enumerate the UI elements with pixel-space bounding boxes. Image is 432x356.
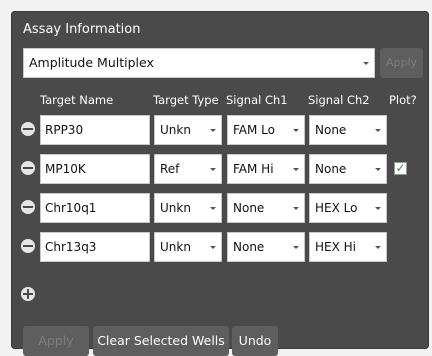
plot-checkbox[interactable]: ✓: [394, 162, 407, 175]
signal-ch1-select[interactable]: FAM Hi: [227, 154, 305, 184]
chevron-down-icon: [293, 246, 299, 249]
target-type-value: Unkn: [160, 240, 191, 254]
chevron-down-icon: [293, 168, 299, 171]
header-signal-ch1: Signal Ch1: [226, 93, 288, 107]
signal-ch1-value: FAM Hi: [233, 162, 274, 176]
signal-ch2-value: None: [315, 123, 347, 137]
signal-ch2-value: HEX Lo: [315, 201, 358, 215]
assay-type-select[interactable]: Amplitude Multiplex: [23, 48, 375, 78]
assay-information-panel: Assay Information Amplitude Multiplex Ap…: [11, 11, 429, 356]
signal-ch2-value: HEX Hi: [315, 240, 356, 254]
remove-target-icon[interactable]: [21, 122, 35, 136]
header-plot: Plot?: [389, 93, 417, 107]
chevron-down-icon: [375, 129, 381, 132]
signal-ch2-select[interactable]: HEX Lo: [309, 193, 387, 223]
signal-ch1-select[interactable]: FAM Lo: [227, 115, 305, 145]
header-target-name: Target Name: [40, 93, 114, 107]
add-target-icon[interactable]: [21, 287, 35, 301]
target-row: Chr10q1 Unkn None HEX Lo: [11, 193, 429, 223]
target-name-field[interactable]: Chr10q1: [40, 193, 150, 223]
chevron-down-icon: [210, 129, 216, 132]
remove-target-icon[interactable]: [21, 239, 35, 253]
target-type-value: Ref: [160, 162, 180, 176]
chevron-down-icon: [363, 62, 369, 65]
chevron-down-icon: [210, 246, 216, 249]
assay-type-value: Amplitude Multiplex: [29, 55, 154, 70]
chevron-down-icon: [293, 129, 299, 132]
signal-ch2-select[interactable]: None: [309, 154, 387, 184]
signal-ch2-select[interactable]: None: [309, 115, 387, 145]
target-type-value: Unkn: [160, 201, 191, 215]
chevron-down-icon: [293, 207, 299, 210]
header-target-type: Target Type: [153, 93, 219, 107]
signal-ch2-select[interactable]: HEX Hi: [309, 232, 387, 262]
chevron-down-icon: [375, 168, 381, 171]
target-name-field[interactable]: MP10K: [40, 154, 150, 184]
target-type-select[interactable]: Unkn: [154, 115, 222, 145]
signal-ch1-value: FAM Lo: [233, 123, 275, 137]
target-name-field[interactable]: Chr13q3: [40, 232, 150, 262]
target-type-select[interactable]: Unkn: [154, 232, 222, 262]
chevron-down-icon: [210, 168, 216, 171]
signal-ch1-value: None: [233, 240, 265, 254]
apply-assay-button[interactable]: Apply: [380, 48, 423, 78]
target-row: MP10K Ref FAM Hi None ✓: [11, 154, 429, 184]
remove-target-icon[interactable]: [21, 200, 35, 214]
remove-target-icon[interactable]: [21, 161, 35, 175]
signal-ch1-select[interactable]: None: [227, 232, 305, 262]
target-row: RPP30 Unkn FAM Lo None: [11, 115, 429, 145]
panel-title: Assay Information: [23, 22, 141, 37]
header-signal-ch2: Signal Ch2: [308, 93, 370, 107]
target-type-select[interactable]: Unkn: [154, 193, 222, 223]
target-row: Chr13q3 Unkn None HEX Hi: [11, 232, 429, 262]
chevron-down-icon: [375, 207, 381, 210]
target-type-select[interactable]: Ref: [154, 154, 222, 184]
chevron-down-icon: [375, 246, 381, 249]
target-name-field[interactable]: RPP30: [40, 115, 150, 145]
chevron-down-icon: [210, 207, 216, 210]
signal-ch1-value: None: [233, 201, 265, 215]
signal-ch1-select[interactable]: None: [227, 193, 305, 223]
target-type-value: Unkn: [160, 123, 191, 137]
signal-ch2-value: None: [315, 162, 347, 176]
